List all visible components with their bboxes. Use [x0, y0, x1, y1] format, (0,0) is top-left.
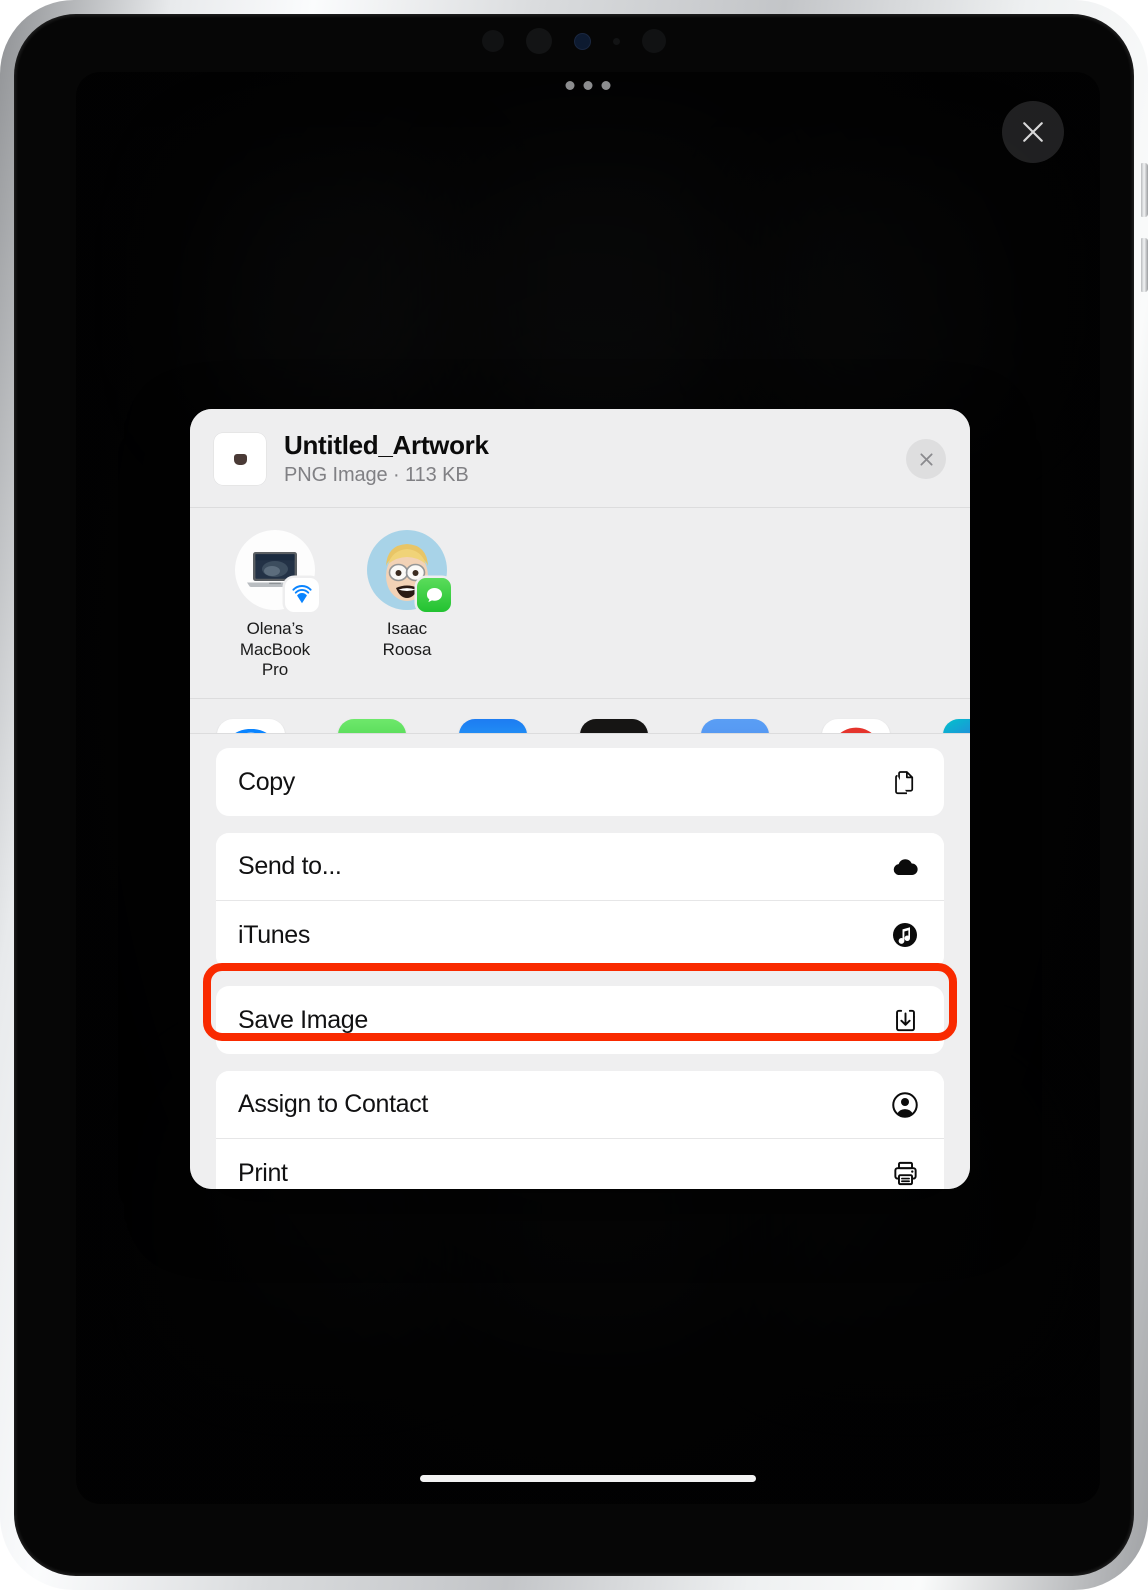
canva-icon: Ca	[942, 719, 970, 734]
volume-up-button[interactable]	[1141, 163, 1148, 217]
chrome-icon	[821, 719, 890, 734]
action-group: Assign to Contact Print	[216, 1071, 944, 1189]
avatar	[235, 530, 319, 613]
cloud-icon	[888, 850, 922, 884]
action-label: Copy	[238, 767, 295, 796]
contact-label: Olena’s MacBook Pro	[239, 619, 311, 679]
action-label: Save Image	[238, 1005, 368, 1034]
zoom-icon	[700, 719, 769, 734]
procreate-icon	[579, 719, 648, 734]
viewer-close-button[interactable]	[1002, 101, 1064, 163]
ipad-device-frame: Untitled_Artwork PNG Image · 113 KB Olen…	[0, 0, 1148, 1590]
share-sheet-header: Untitled_Artwork PNG Image · 113 KB	[190, 409, 970, 509]
file-name: Untitled_Artwork	[284, 431, 489, 460]
artwork-thumbnail	[214, 433, 266, 486]
action-group: Copy	[216, 748, 944, 817]
action-row-assign-to-contact[interactable]: Assign to Contact	[216, 1071, 944, 1140]
share-sheet: Untitled_Artwork PNG Image · 113 KB Olen…	[190, 409, 970, 1189]
itunes-music-note-icon	[888, 918, 922, 952]
close-x-icon	[919, 452, 933, 466]
multitasking-handle[interactable]	[565, 81, 611, 90]
action-row-copy[interactable]: Copy	[216, 748, 944, 817]
contact-item-macbook[interactable]: Olena’s MacBook Pro	[226, 530, 324, 680]
avatar	[367, 530, 451, 613]
action-label: Assign to Contact	[238, 1090, 428, 1119]
front-camera-icon	[574, 32, 591, 50]
file-info: Untitled_Artwork PNG Image · 113 KB	[284, 431, 888, 487]
file-subtitle: PNG Image · 113 KB	[284, 464, 469, 487]
share-sheet-close-button[interactable]	[906, 439, 946, 480]
messages-badge-icon	[417, 578, 451, 613]
printer-icon	[888, 1156, 922, 1189]
save-download-icon	[888, 1003, 922, 1037]
person-circle-icon	[888, 1088, 922, 1122]
handle-dot-icon	[601, 81, 611, 90]
action-row-print[interactable]: Print	[216, 1139, 944, 1189]
action-label: iTunes	[238, 920, 311, 949]
home-indicator[interactable]	[420, 1475, 756, 1482]
handle-dot-icon	[583, 81, 593, 90]
copy-documents-icon	[888, 765, 922, 799]
contact-label: Isaac Roosa	[382, 619, 432, 659]
action-row-itunes[interactable]: iTunes	[216, 901, 944, 970]
share-actions-list: Copy Send to... iTunes Save Image Assign…	[190, 734, 970, 1189]
microphone-icon	[613, 37, 620, 45]
contact-item-isaac-roosa[interactable]: Isaac Roosa	[358, 530, 456, 680]
ipad-bezel: Untitled_Artwork PNG Image · 113 KB Olen…	[14, 14, 1134, 1576]
share-apps-row: AirDrop Messages	[190, 699, 970, 735]
ipad-screen: Untitled_Artwork PNG Image · 113 KB Olen…	[76, 72, 1100, 1504]
airdrop-contacts-row: Olena’s MacBook Pro Isaac Roosa	[190, 508, 970, 700]
flood-illuminator-icon	[642, 29, 666, 53]
messages-icon	[337, 719, 406, 734]
action-label: Send to...	[238, 852, 342, 881]
ambient-sensor-icon	[482, 30, 504, 52]
mail-icon	[458, 719, 527, 734]
dot-projector-icon	[526, 28, 552, 54]
action-group-highlighted: Save Image	[216, 986, 944, 1055]
close-x-icon	[1023, 122, 1043, 142]
airdrop-icon	[216, 719, 285, 734]
handle-dot-icon	[565, 81, 575, 90]
volume-down-button[interactable]	[1141, 238, 1148, 292]
action-row-send-to[interactable]: Send to...	[216, 833, 944, 902]
artwork-mark-icon	[233, 453, 247, 465]
truedepth-sensor-cluster	[482, 28, 666, 54]
action-label: Print	[238, 1158, 288, 1187]
action-group: Send to... iTunes	[216, 833, 944, 970]
airdrop-badge-icon	[285, 578, 319, 613]
action-row-save-image[interactable]: Save Image	[216, 986, 944, 1055]
